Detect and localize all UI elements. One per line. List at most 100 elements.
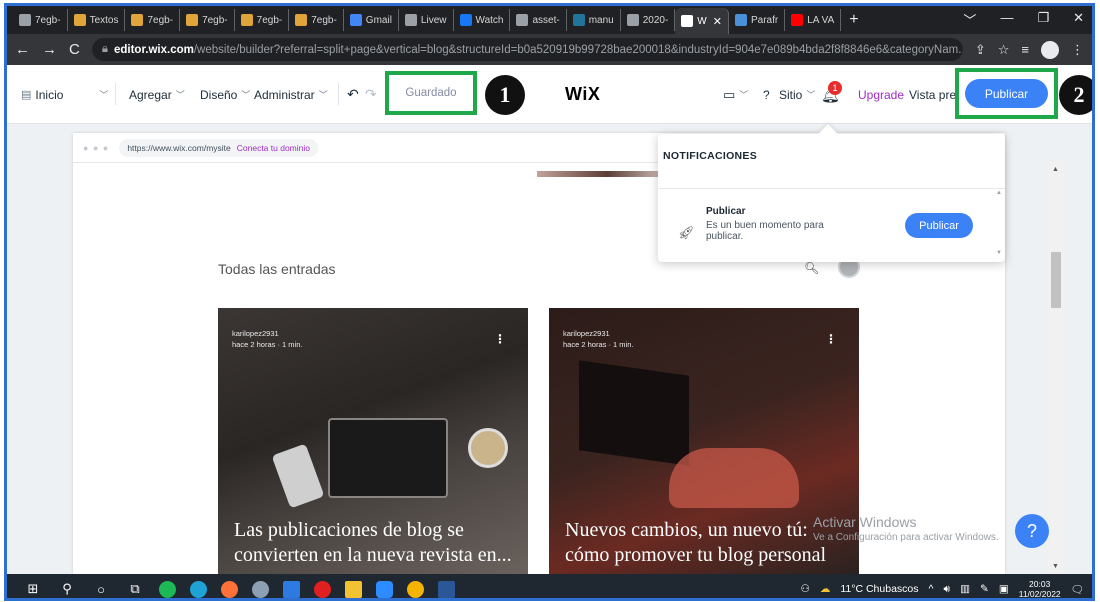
notification-text: Es un buen momento para publicar. [706, 220, 824, 242]
search-icon[interactable]: ⚲ [57, 579, 77, 598]
close-tab-icon[interactable]: ✕ [713, 15, 722, 28]
close-icon[interactable]: ✕ [1073, 10, 1084, 29]
clock[interactable]: 20:03 11/02/2022 [1019, 579, 1061, 598]
post-more-icon[interactable]: ⋮ [825, 332, 837, 346]
firefox-icon[interactable] [221, 580, 238, 598]
word-icon[interactable] [438, 580, 455, 598]
browser-tab[interactable]: Watch [454, 9, 511, 31]
device-switcher[interactable]: ▭ ﹀ [723, 65, 748, 124]
design-menu-label: Diseño [200, 87, 238, 102]
scroll-up-icon[interactable]: ▲ [1052, 166, 1059, 173]
wordpress-icon [572, 14, 585, 26]
opera-icon[interactable] [314, 580, 331, 598]
browser-menu-icon[interactable]: ⋮ [1071, 42, 1084, 58]
notifications-panel: NOTIFICACIONES 🚀︎ Publicar Es un buen mo… [658, 124, 1005, 262]
url-field[interactable]: 🔒︎ editor.wix.com/website/builder?referr… [91, 38, 963, 61]
design-menu[interactable]: Diseño ﹀ [200, 65, 250, 124]
task-view-icon[interactable]: ⧉ [125, 579, 145, 598]
upgrade-link[interactable]: Upgrade [858, 65, 904, 124]
cortana-icon[interactable]: ○ [91, 579, 111, 598]
browser-tab[interactable]: Livew [399, 9, 454, 31]
windows-start-icon[interactable]: ⊞ [23, 579, 43, 598]
minimize-icon[interactable]: — [1000, 10, 1013, 29]
owl-icon [295, 14, 308, 26]
address-bar: ← → C 🔒︎ editor.wix.com/website/builder?… [7, 34, 1092, 65]
help-button[interactable]: ? [1015, 514, 1049, 548]
globe-icon [516, 14, 529, 26]
browser-tab[interactable]: 2020- [621, 9, 676, 31]
connect-domain-link[interactable]: Conecta tu dominio [237, 143, 310, 153]
app-icon[interactable] [252, 580, 269, 598]
browser-tab[interactable]: 7egb- [180, 9, 235, 31]
weather-text[interactable]: 11°C Chubascos [840, 583, 918, 595]
site-menu-label: Sitio [779, 87, 803, 102]
notifications-scrollbar[interactable]: ▲ ▼ [995, 190, 1003, 256]
edge-icon[interactable] [190, 580, 207, 598]
file-explorer-icon[interactable] [345, 580, 362, 598]
add-menu[interactable]: Agregar ﹀ [129, 65, 185, 124]
chrome-icon[interactable] [407, 580, 424, 598]
canvas-scrollbar[interactable]: ▲ ▼ [1048, 162, 1064, 574]
new-tab-button[interactable]: + [841, 11, 866, 29]
browser-tab[interactable]: asset- [510, 9, 567, 31]
site-menu[interactable]: Sitio ﹀ [779, 65, 815, 124]
forward-icon[interactable]: → [42, 41, 57, 58]
people-icon[interactable]: ⚇ [800, 583, 809, 595]
undo-icon[interactable]: ↶ [347, 65, 359, 124]
tab-search-icon[interactable]: ﹀ [963, 10, 976, 29]
notification-publish-button[interactable]: Publicar [905, 213, 973, 238]
browser-tab[interactable]: W ✕ [675, 8, 729, 34]
hero-image-strip [537, 171, 677, 177]
browser-tab[interactable]: 7egb- [13, 9, 68, 31]
browser-tab[interactable]: Parafr [729, 9, 786, 31]
help-menu[interactable]: ? [763, 65, 770, 124]
reading-list-icon[interactable]: ≡ [1021, 42, 1029, 57]
weather-icon[interactable]: ☁ [820, 583, 831, 595]
browser-window: 7egb- Textos 7egb- 7egb- 7egb- 7egb- Gmail Live… [4, 3, 1095, 601]
network-icon[interactable]: ▥ [960, 583, 970, 595]
search-icon[interactable]: 🔍︎ [804, 261, 819, 275]
post-author: karilopez2931 [563, 329, 610, 338]
browser-tab[interactable]: 7egb- [125, 9, 181, 31]
reload-icon[interactable]: C [69, 41, 80, 58]
site-url: https://www.wix.com/mysite Conecta tu do… [119, 138, 318, 157]
browser-tab-label: 7egb- [311, 14, 337, 26]
browser-tab-label: 7egb- [256, 14, 283, 26]
coffee-cup-image [468, 428, 508, 468]
tablet-app-icon[interactable] [283, 580, 300, 598]
zoom-icon[interactable] [376, 580, 393, 598]
browser-tab[interactable]: LA VA [785, 9, 842, 31]
publish-button[interactable]: Publicar [965, 79, 1048, 108]
globe-icon [404, 14, 417, 26]
profile-icon[interactable] [1041, 40, 1059, 59]
url-domain: editor.wix.com [113, 43, 194, 56]
page-selector[interactable]: ▤ Inicio ﹀ [21, 65, 108, 124]
site-url-text: https://www.wix.com/mysite [127, 142, 231, 153]
notification-center-icon[interactable]: 🗨︎ [1071, 583, 1084, 596]
volume-icon[interactable]: 🔊︎ [943, 583, 950, 596]
spotify-icon[interactable] [159, 580, 176, 598]
back-icon[interactable]: ← [15, 41, 30, 58]
bookmark-star-icon[interactable]: ☆ [998, 42, 1010, 58]
tray-chevron-icon[interactable]: ^ [929, 583, 934, 595]
manage-menu[interactable]: Administrar ﹀ [254, 65, 328, 124]
browser-tab[interactable]: 7egb- [289, 9, 344, 31]
preview-button[interactable]: Vista previ [909, 65, 957, 124]
browser-tab[interactable]: 7egb- [235, 9, 290, 31]
pen-icon[interactable]: ✎ [980, 583, 989, 595]
screen-icon[interactable]: ▣ [999, 583, 1009, 595]
scroll-down-icon[interactable]: ▼ [1052, 563, 1059, 570]
page-icon: ▤ [21, 89, 32, 101]
all-posts-heading[interactable]: Todas las entradas [218, 261, 336, 277]
scrollbar-thumb[interactable] [1051, 252, 1061, 308]
restore-icon[interactable]: ❐ [1037, 10, 1049, 29]
post-more-icon[interactable]: ⋮ [494, 332, 506, 346]
blog-post-card[interactable]: karilopez2931 hace 2 horas · 1 min. ⋮ La… [218, 308, 528, 574]
desktop-icon: ▭ [723, 86, 736, 102]
redo-icon[interactable]: ↷ [365, 65, 377, 124]
chevron-down-icon: ﹀ [99, 90, 109, 100]
browser-tab[interactable]: Textos [68, 9, 126, 31]
share-icon[interactable]: ⇪ [975, 42, 986, 58]
browser-tab[interactable]: Gmail [344, 9, 399, 31]
browser-tab[interactable]: manu [567, 9, 621, 31]
